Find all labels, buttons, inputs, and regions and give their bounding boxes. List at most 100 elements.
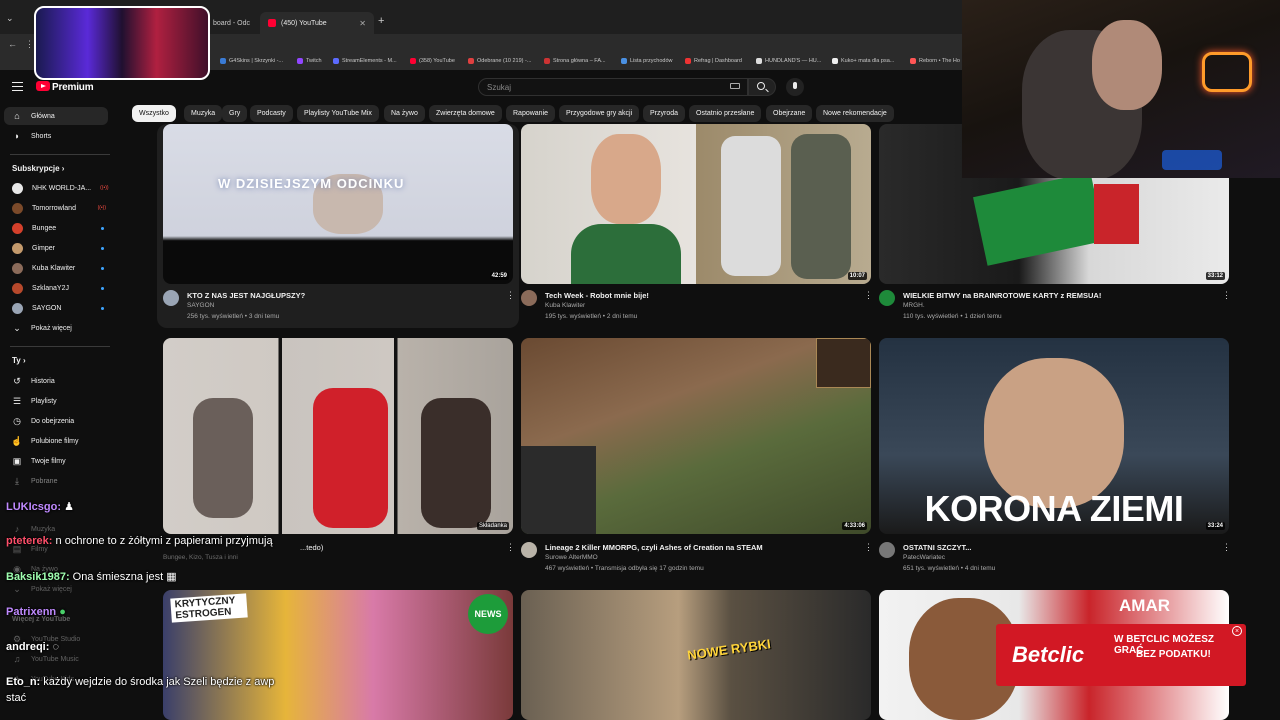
channel-name[interactable]: SAYGON [187,302,214,309]
chip[interactable]: Podcasty [250,105,293,122]
sidebar-item-subscription[interactable]: Bungee [4,219,108,237]
bookmark-favicon-icon [220,58,226,64]
chip[interactable]: Ostatnio przesłane [689,105,762,122]
new-tab-button[interactable]: + [378,15,384,27]
sidebar-item-subscription[interactable]: Gimper [4,239,108,257]
chip[interactable]: Gry [222,105,248,122]
bookmark[interactable]: HUNDLAND'S — HU... [756,58,821,64]
sidebar-show-more[interactable]: ⌄ Pokaż więcej [4,319,108,337]
channel-name[interactable]: MRGH. [903,302,925,309]
video-thumbnail[interactable]: 4:33:06 [521,338,871,534]
more-options-icon[interactable]: ⋮ [506,543,515,552]
keyboard-icon[interactable] [730,83,740,89]
bookmark[interactable]: G4Skins | Skrzynki -... [220,58,283,64]
sidebar-item-shorts[interactable]: ◗ Shorts [4,127,108,145]
sidebar-item-your-videos[interactable]: ▣ Twoje filmy [4,452,108,470]
bookmark[interactable]: Odebrane (10 219) -... [468,58,531,64]
back-icon[interactable]: ← [8,39,17,49]
chip[interactable]: Playlisty YouTube Mix [297,105,379,122]
more-options-icon[interactable]: ⋮ [864,543,873,552]
sidebar-item-history[interactable]: ↺ Historia [4,372,108,390]
sidebar-item-watch-later[interactable]: ◷ Do obejrzenia [4,412,108,430]
browser-tab-youtube[interactable]: (450) YouTube ✕ [260,12,374,34]
bookmark[interactable]: StreamElements - M... [333,58,397,64]
video-title[interactable]: Lineage 2 Killer MMORPG, czyli Ashes of … [545,543,763,552]
more-options-icon[interactable]: ⋮ [864,291,873,300]
bookmark[interactable]: Strona główna – FA... [544,58,606,64]
sidebar-item-subscription[interactable]: SzklanaY2J [4,279,108,297]
video-thumbnail[interactable]: 10:07 [521,124,871,284]
video-title[interactable]: KTO Z NAS JEST NAJGŁUPSZY? [187,291,305,300]
bookmark[interactable]: Reborn • The Ho [910,58,960,64]
avatar [12,202,23,214]
thumbnail-face [984,358,1124,508]
sidebar-item-liked[interactable]: ☝ Polubione filmy [4,432,108,450]
chip[interactable]: Zwierzęta domowe [429,105,502,122]
apps-icon[interactable]: ⋮ [25,39,34,50]
chip[interactable]: Rapowanie [506,105,556,122]
browser-tab-1[interactable]: board - Odc [205,12,260,34]
more-options-icon[interactable]: ⋮ [1222,291,1231,300]
bookmark[interactable]: (358) YouTube [410,58,455,64]
duration-badge: 33:24 [1205,522,1225,530]
channel-name[interactable]: PatecWariatec [903,554,945,561]
channel-avatar[interactable] [521,290,537,306]
channel-name[interactable]: Surowe AlterMMO [545,554,598,561]
more-options-icon[interactable]: ⋮ [506,291,515,300]
menu-icon[interactable] [12,82,23,91]
sidebar-item-downloads[interactable]: ⤓ Pobrane [4,472,108,490]
close-icon[interactable]: × [1232,626,1242,636]
search-button[interactable] [748,78,776,96]
bookmark-favicon-icon [621,58,627,64]
video-thumbnail[interactable]: NOWE RYBKI [521,590,871,720]
emote-icon: ● [59,606,66,618]
news-badge: NEWS [468,594,508,634]
live-icon: ((•)) [100,185,109,191]
subscriptions-heading[interactable]: Subskrypcje › [12,164,64,173]
close-tab-icon[interactable]: ✕ [359,19,366,28]
ad-brand: Betclic [1012,642,1085,667]
sidebar-item-subscription[interactable]: Kuba Klawiter [4,259,108,277]
stream-chat: LUKIcsgo: ♟ pteterek: n ochrone to z żół… [0,496,360,720]
you-heading[interactable]: Ty › [12,356,26,365]
video-title[interactable]: OSTATNI SZCZYT... [903,543,971,552]
chip[interactable]: Muzyka [184,105,223,122]
video-thumbnail[interactable]: KORONA ZIEMI 33:24 [879,338,1229,534]
chat-message: Baksik1987: Ona śmieszna jest ▦ [6,570,177,583]
sidebar-item-playlists[interactable]: ☰ Playlisty [4,392,108,410]
bookmark[interactable]: Kuko+ mata dla psa... [832,58,894,64]
voice-search-button[interactable] [786,78,804,96]
chip[interactable]: Przygodowe gry akcji [559,105,640,122]
channel-avatar[interactable] [879,542,895,558]
chip[interactable]: Obejrzane [766,105,813,122]
bookmark[interactable]: Twitch [297,58,322,64]
video-title[interactable]: WIELKIE BITWY na BRAINROTOWE KARTY z REM… [903,291,1101,300]
chip[interactable]: Na żywo [384,105,425,122]
thumbnail-overlay-text: KORONA ZIEMI [924,488,1184,529]
bookmark[interactable]: Lista przychodów [621,58,673,64]
channel-avatar[interactable] [521,542,537,558]
search-input[interactable]: Szukaj [478,78,748,96]
avatar [12,302,23,314]
bookmark[interactable]: Refrag | Dashboard [685,58,742,64]
chip[interactable]: Wszystko [132,105,176,122]
sidebar-item-subscription[interactable]: NHK WORLD-JA... ((•)) [4,179,109,197]
chip[interactable]: Nowe rekomendacje [816,105,894,122]
sidebar-item-home[interactable]: ⌂ Główna [4,107,108,125]
channel-name[interactable]: Kuba Klawiter [545,302,585,309]
video-thumbnail[interactable]: W DZISIEJSZYM ODCINKU 42:59 [163,124,513,284]
chat-text: każdy wejdzie do środka jak Szeli będzie… [43,676,275,688]
tab-search-icon[interactable]: ⌄ [6,13,14,24]
chat-username: andreqi: [6,641,50,653]
sidebar-item-subscription[interactable]: SAYGON [4,299,108,317]
channel-avatar[interactable] [163,290,179,306]
more-options-icon[interactable]: ⋮ [1222,543,1231,552]
chat-username: Eto_n: [6,676,41,688]
youtube-logo-icon[interactable] [36,81,50,91]
sidebar-item-subscription[interactable]: Tomorrowland ((•)) [4,199,108,217]
chat-message: pteterek: n ochrone to z żółtymi z papie… [6,535,273,547]
chip[interactable]: Przyroda [643,105,686,122]
video-title[interactable]: Tech Week - Robot mnie bije! [545,291,649,300]
thumbnail-robot [721,136,781,276]
channel-avatar[interactable] [879,290,895,306]
